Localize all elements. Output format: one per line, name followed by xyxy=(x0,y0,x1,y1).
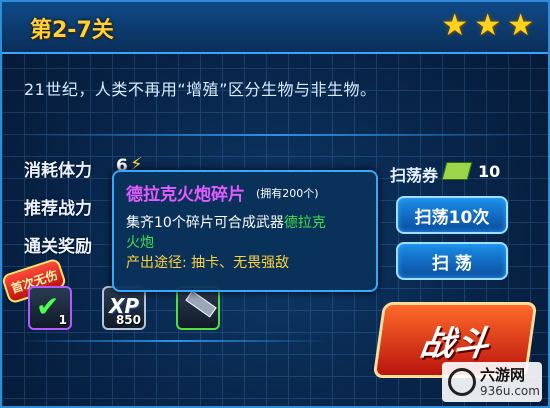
stamina-label: 消耗体力 xyxy=(24,161,92,181)
reward-item-xp[interactable]: XP 850 xyxy=(102,286,146,330)
star-icon: ★ xyxy=(507,8,534,43)
tooltip-weapon-name-cont: 火炮 xyxy=(126,235,154,251)
divider xyxy=(20,134,530,136)
reward-item-cannon-shard[interactable]: ✔ 1 xyxy=(28,286,72,330)
tooltip-source-value: 抽卡、无畏强敌 xyxy=(191,255,290,271)
sweep-10-button[interactable]: 扫荡10次 xyxy=(396,196,508,234)
star-icon: ★ xyxy=(474,8,502,43)
tooltip-text: 集齐10个碎片可合成武器 xyxy=(126,215,284,231)
tooltip-line-3: 产出途径: 抽卡、无畏强敌 xyxy=(126,252,289,272)
stage-info-window: 第2-7关 ★ ★ ★ 21世纪，人类不再用“增殖”区分生物与非生物。 消耗体力… xyxy=(0,0,550,408)
clear-reward-label: 通关奖励 xyxy=(24,237,92,257)
sweep-ticket-count: 10 xyxy=(478,162,501,181)
tooltip-source-label: 产出途径: xyxy=(126,255,187,271)
item-count: 1 xyxy=(58,313,67,327)
site-logo-icon xyxy=(448,368,476,396)
tooltip-owned-count: (拥有200个) xyxy=(256,187,319,200)
tooltip-line-1: 集齐10个碎片可合成武器德拉克 xyxy=(126,212,326,232)
stage-title: 第2-7关 xyxy=(30,18,114,43)
reward-item-weapon[interactable] xyxy=(176,286,220,330)
sweep-button[interactable]: 扫 荡 xyxy=(396,242,508,280)
check-icon: ✔ xyxy=(36,290,60,323)
divider xyxy=(20,340,328,342)
stage-description: 21世纪，人类不再用“增殖”区分生物与非生物。 xyxy=(24,80,377,99)
sweep-ticket-label: 扫荡券 xyxy=(390,166,439,185)
header-bar: 第2-7关 ★ ★ ★ xyxy=(2,2,548,54)
tooltip-title: 德拉克火炮碎片 xyxy=(126,185,245,205)
star-icon: ★ xyxy=(441,8,469,43)
site-url: 936u.com xyxy=(480,384,540,398)
site-watermark: 六游网 936u.com xyxy=(442,362,542,402)
item-tooltip: 德拉克火炮碎片 (拥有200个) 集齐10个碎片可合成武器德拉克 火炮 产出途径… xyxy=(112,170,378,292)
weapon-icon xyxy=(185,290,217,318)
sweep-panel: 扫荡券 10 扫荡10次 扫 荡 xyxy=(354,150,524,290)
item-count: 850 xyxy=(115,313,141,327)
ticket-icon xyxy=(441,162,473,180)
recommended-power-label: 推荐战力 xyxy=(24,199,92,219)
site-name: 六游网 xyxy=(480,366,526,384)
star-rating: ★ ★ ★ xyxy=(441,10,534,42)
tooltip-weapon-name: 德拉克 xyxy=(283,215,326,231)
